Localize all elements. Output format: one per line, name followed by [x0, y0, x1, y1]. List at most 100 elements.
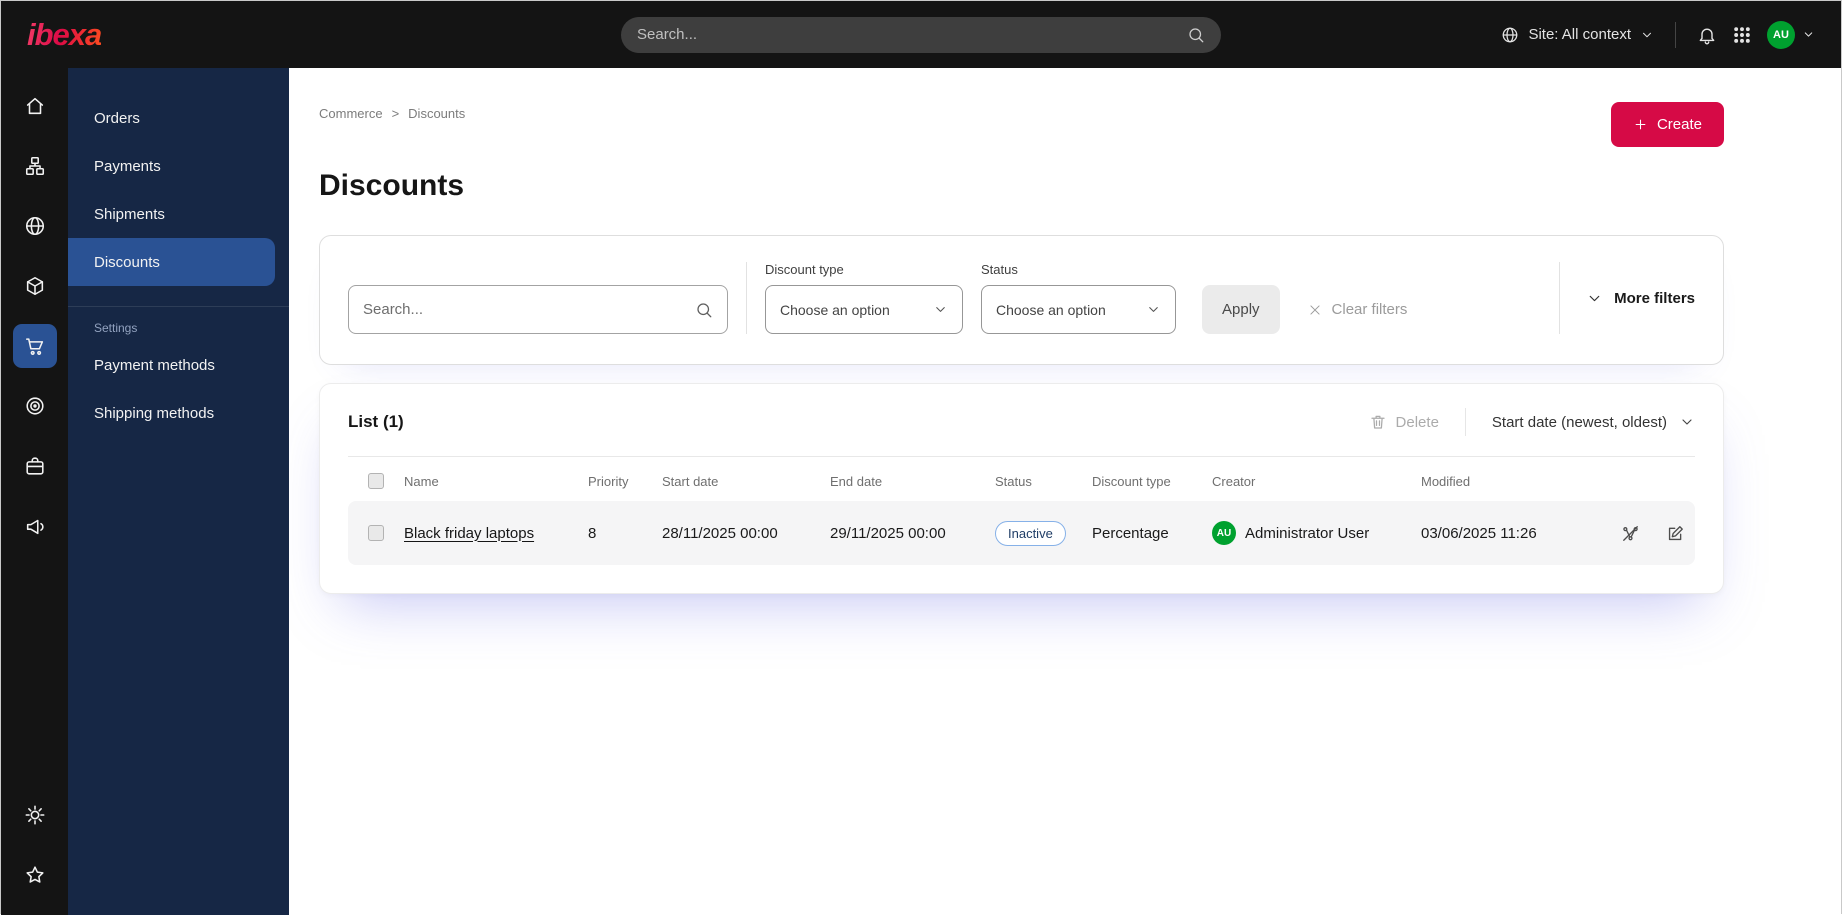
- site-context-switcher[interactable]: Site: All context: [1501, 26, 1654, 44]
- status-filter: Status Choose an option: [981, 262, 1176, 334]
- gear-icon: [24, 804, 46, 826]
- row-checkbox[interactable]: [368, 525, 384, 541]
- breadcrumb: Commerce > Discounts: [319, 102, 465, 121]
- secondary-menu: Orders Payments Shipments Discounts Sett…: [68, 68, 289, 915]
- column-header-name[interactable]: Name: [404, 474, 588, 489]
- menu-section-label: Settings: [94, 321, 138, 335]
- sidebar-item-bookmarks[interactable]: [13, 853, 57, 897]
- global-search-input[interactable]: [637, 26, 1177, 43]
- shopping-cart-icon: [24, 335, 46, 357]
- discount-type-filter: Discount type Choose an option: [765, 262, 963, 334]
- close-icon: [1308, 303, 1322, 317]
- discount-type-value: Choose an option: [780, 301, 890, 318]
- user-menu[interactable]: AU: [1767, 20, 1815, 49]
- apply-button[interactable]: Apply: [1202, 285, 1280, 334]
- sidebar-item-products[interactable]: [13, 264, 57, 308]
- menu-item-payment-methods[interactable]: Payment methods: [68, 341, 289, 389]
- status-badge: Inactive: [995, 520, 1066, 546]
- menu-item-discounts[interactable]: Discounts: [68, 238, 275, 286]
- chevron-down-icon: [1802, 28, 1815, 41]
- site-context-label: Site: All context: [1528, 26, 1631, 43]
- globe-icon: [1501, 26, 1519, 44]
- topbar-right: Site: All context AU: [1501, 20, 1815, 49]
- globe-icon: [24, 215, 46, 237]
- sidebar-item-site[interactable]: [13, 204, 57, 248]
- select-all-checkbox[interactable]: [368, 473, 384, 489]
- ibexa-logo[interactable]: ibexa: [27, 17, 102, 53]
- discount-type-select[interactable]: Choose an option: [765, 285, 963, 334]
- menu-item-label: Shipments: [94, 205, 165, 223]
- column-header-end-date[interactable]: End date: [830, 474, 995, 489]
- create-button[interactable]: Create: [1610, 102, 1724, 147]
- notifications-bell-icon[interactable]: [1697, 25, 1717, 45]
- global-search[interactable]: [621, 16, 1221, 53]
- breadcrumb-discounts[interactable]: Discounts: [408, 106, 465, 121]
- cube-icon: [24, 275, 46, 297]
- sidebar-item-content-structure[interactable]: [13, 144, 57, 188]
- row-end-date: 29/11/2025 00:00: [830, 524, 946, 542]
- filters-card: Discount type Choose an option Status Ch…: [319, 235, 1724, 365]
- search-icon[interactable]: [695, 301, 713, 319]
- breadcrumb-commerce[interactable]: Commerce: [319, 106, 383, 121]
- menu-item-label: Payments: [94, 157, 161, 175]
- column-header-creator[interactable]: Creator: [1212, 474, 1421, 489]
- icon-rail: [1, 68, 68, 915]
- column-header-status[interactable]: Status: [995, 474, 1092, 489]
- chevron-down-icon: [933, 302, 948, 317]
- filter-search[interactable]: [348, 285, 728, 334]
- sort-label: Start date (newest, oldest): [1491, 413, 1667, 431]
- topbar-divider: [1675, 21, 1676, 48]
- deactivate-icon[interactable]: [1621, 524, 1640, 543]
- chevron-down-icon: [1146, 302, 1161, 317]
- status-value: Choose an option: [996, 301, 1106, 318]
- sidebar-item-settings[interactable]: [13, 793, 57, 837]
- sidebar-item-home[interactable]: [13, 84, 57, 128]
- main-header: Commerce > Discounts Create: [319, 102, 1724, 147]
- filter-search-input[interactable]: [363, 301, 685, 318]
- row-modified: 03/06/2025 11:26: [1421, 524, 1537, 542]
- sidebar-item-store[interactable]: [13, 444, 57, 488]
- delete-button[interactable]: Delete: [1369, 413, 1439, 431]
- sitemap-icon: [24, 155, 46, 177]
- menu-settings-section: Settings Payment methods Shipping method…: [68, 306, 289, 437]
- table-header-row: Name Priority Start date End date Status…: [348, 457, 1695, 501]
- avatar[interactable]: AU: [1767, 20, 1795, 49]
- menu-item-shipments[interactable]: Shipments: [68, 190, 289, 238]
- column-header-start-date[interactable]: Start date: [662, 474, 830, 489]
- discount-name-link[interactable]: Black friday laptops: [404, 525, 534, 542]
- sidebar-item-personalization[interactable]: [13, 384, 57, 428]
- column-header-modified[interactable]: Modified: [1421, 474, 1606, 489]
- briefcase-icon: [24, 455, 46, 477]
- filter-divider: [746, 262, 747, 334]
- page-title: Discounts: [319, 169, 465, 202]
- apps-grid-icon[interactable]: [1732, 25, 1752, 45]
- column-header-priority[interactable]: Priority: [588, 474, 662, 489]
- row-start-date: 28/11/2025 00:00: [662, 524, 778, 542]
- menu-item-payments[interactable]: Payments: [68, 142, 289, 190]
- clear-filters-button[interactable]: Clear filters: [1308, 285, 1408, 334]
- sidebar-item-marketing[interactable]: [13, 504, 57, 548]
- main-content: Commerce > Discounts Create Discounts Se…: [289, 68, 1841, 915]
- chevron-down-icon: [1679, 414, 1695, 430]
- menu-item-shipping-methods[interactable]: Shipping methods: [68, 389, 289, 437]
- home-icon: [24, 95, 46, 117]
- megaphone-icon: [24, 515, 46, 537]
- search-icon[interactable]: [1187, 26, 1205, 44]
- list-header: List (1) Delete Start date (newest, olde…: [348, 408, 1695, 436]
- more-filters-label: More filters: [1614, 289, 1695, 307]
- discount-type-label: Discount type: [765, 262, 844, 277]
- menu-item-label: Orders: [94, 109, 140, 127]
- menu-item-label: Payment methods: [94, 356, 215, 374]
- create-button-label: Create: [1656, 116, 1702, 133]
- status-select[interactable]: Choose an option: [981, 285, 1176, 334]
- menu-item-label: Discounts: [94, 253, 160, 271]
- sidebar-item-commerce[interactable]: [12, 324, 57, 368]
- delete-button-label: Delete: [1395, 413, 1439, 431]
- more-filters-button[interactable]: More filters: [1559, 262, 1695, 334]
- clear-filters-label: Clear filters: [1331, 301, 1408, 318]
- menu-item-orders[interactable]: Orders: [68, 94, 289, 142]
- edit-icon[interactable]: [1666, 524, 1685, 543]
- breadcrumb-separator: >: [391, 106, 400, 121]
- column-header-discount-type[interactable]: Discount type: [1092, 474, 1212, 489]
- sort-dropdown[interactable]: Start date (newest, oldest): [1492, 414, 1695, 431]
